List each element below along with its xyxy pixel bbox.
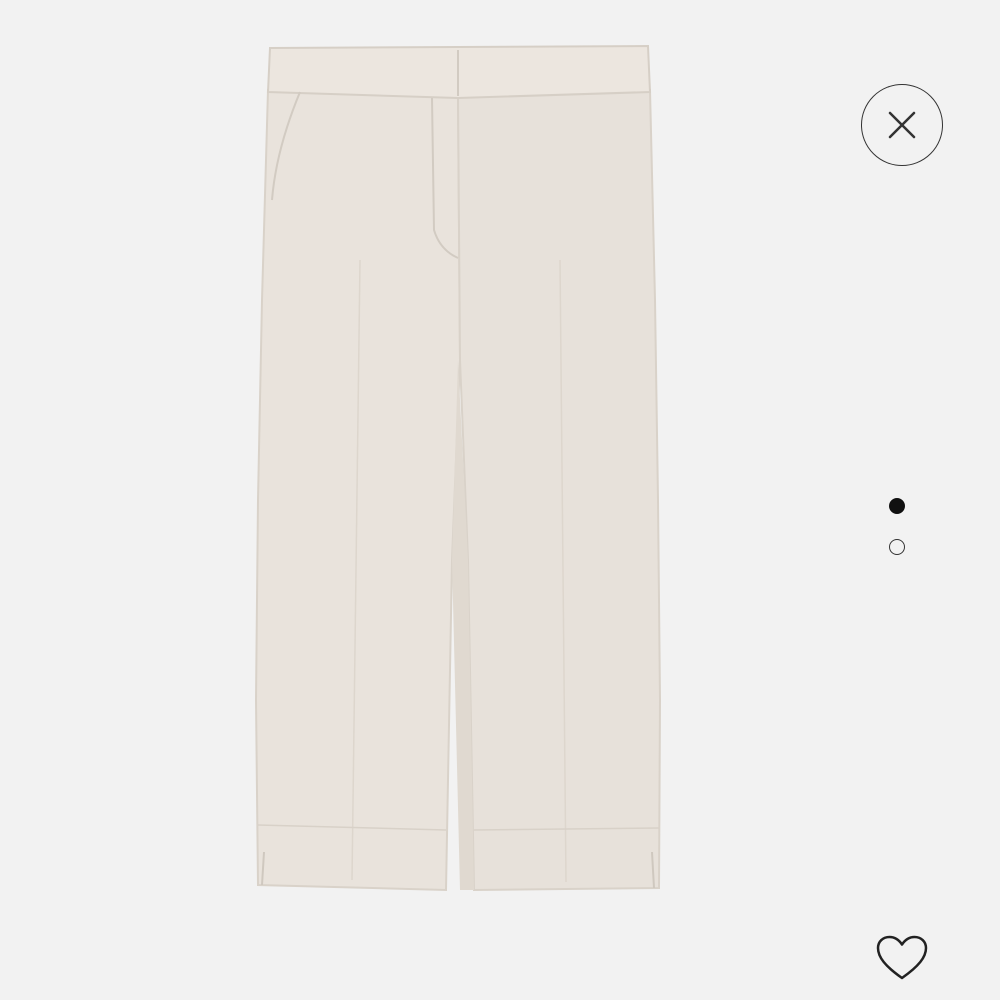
close-icon (888, 111, 916, 139)
favorite-button[interactable] (872, 930, 932, 986)
pager-dot-1[interactable] (889, 498, 905, 514)
product-image-viewer (0, 0, 1000, 1000)
pager-dot-2[interactable] (889, 539, 905, 555)
image-pager (887, 498, 907, 558)
heart-outline-icon (876, 935, 928, 980)
right-leg (456, 88, 662, 892)
left-leg (254, 88, 462, 892)
close-button[interactable] (861, 84, 943, 166)
product-image (254, 44, 662, 892)
